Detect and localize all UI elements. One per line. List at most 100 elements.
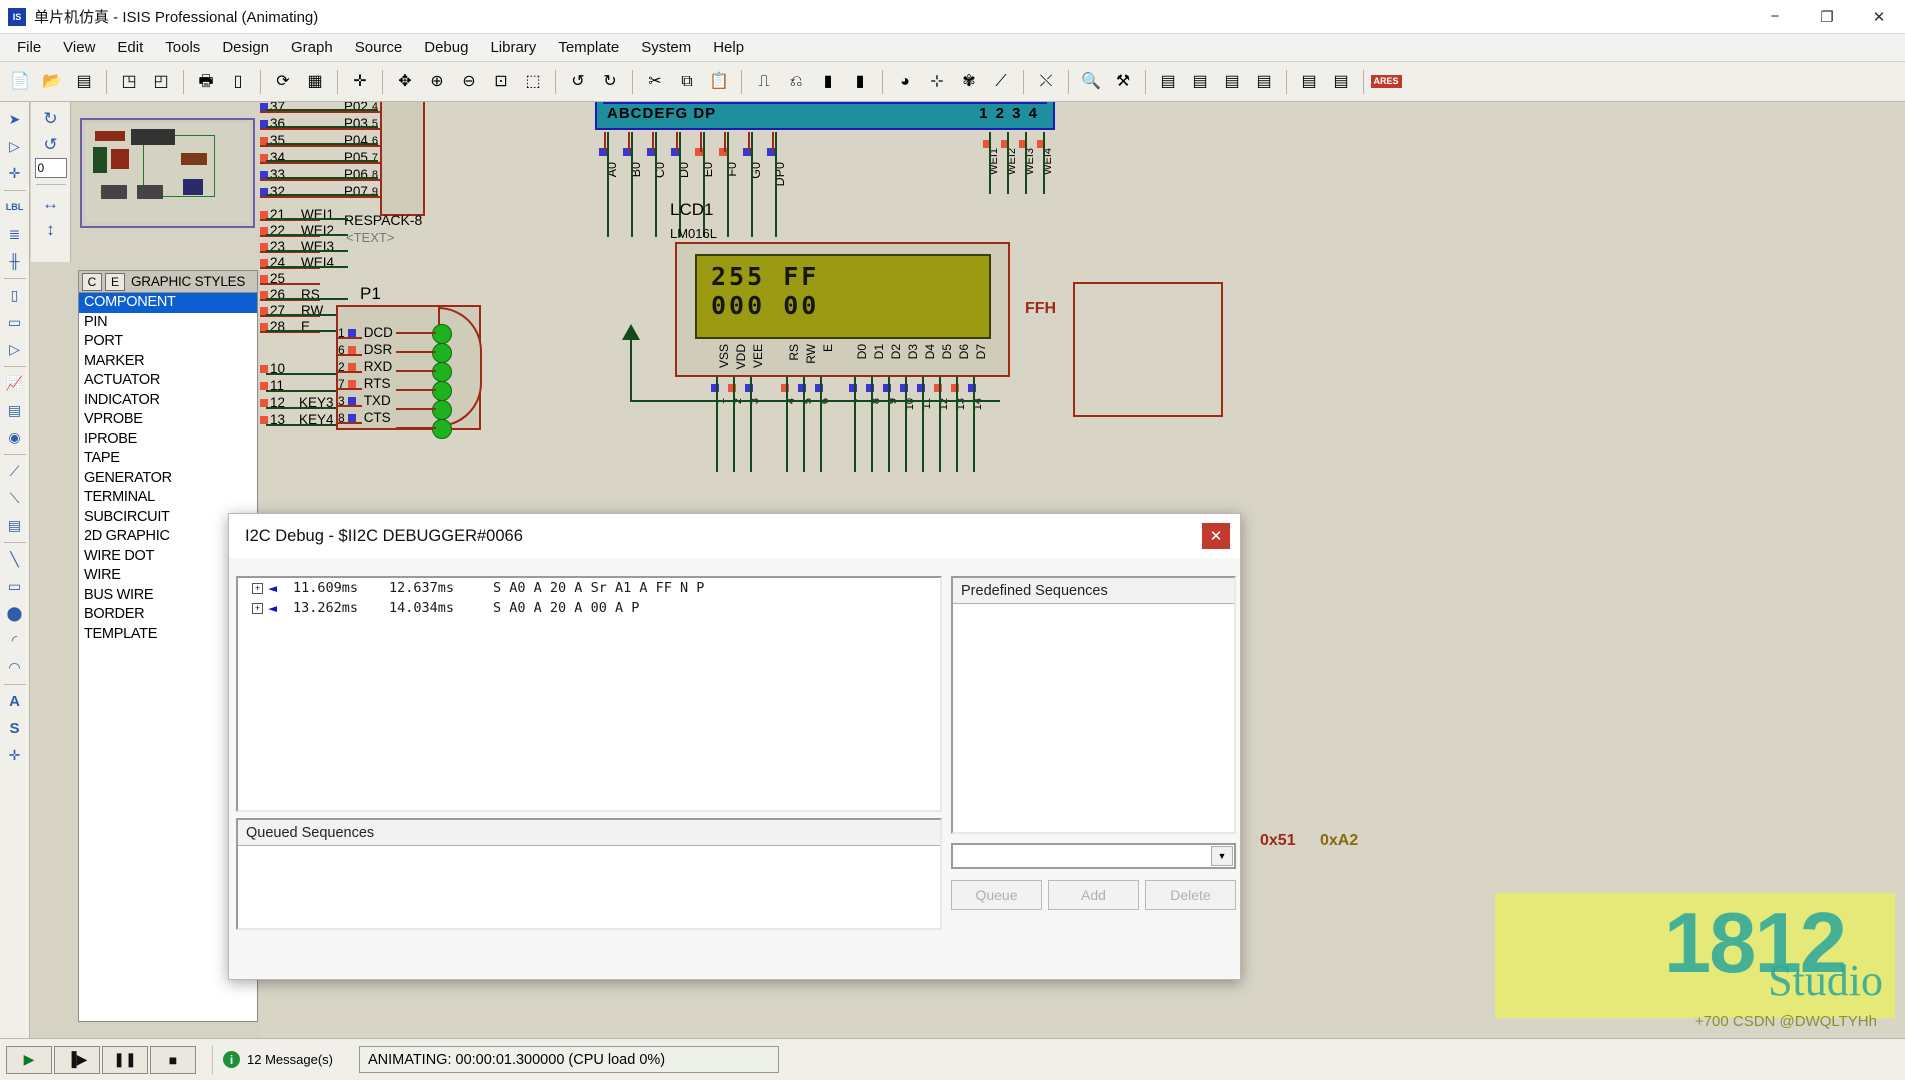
make-device-button[interactable]: ⊹ (922, 67, 952, 97)
i2c-log-row[interactable]: + ◄ 11.609ms 12.637ms S A0 A 20 A Sr A1 A FF… (238, 578, 940, 598)
menu-item-template[interactable]: Template (547, 35, 630, 60)
block-move-button[interactable]: ⎌ (781, 67, 811, 97)
selection-mode-tool[interactable]: ➤ (2, 106, 28, 132)
graph-mode-tool[interactable]: 📈 (2, 370, 28, 396)
virtual-instrument-tool[interactable]: ▤ (2, 512, 28, 538)
menu-item-view[interactable]: View (52, 35, 106, 60)
generator-mode-tool[interactable]: ◉ (2, 424, 28, 450)
close-button[interactable]: ✕ (1853, 0, 1905, 34)
i2c-debug-dialog[interactable]: I2C Debug - $II2C DEBUGGER#0066 ✕ + ◄ 11.6… (228, 513, 1241, 980)
pick-device-button[interactable]: ◕ (890, 67, 920, 97)
device-pins-tool[interactable]: ▷ (2, 336, 28, 362)
object-selector-item[interactable]: PORT (79, 332, 257, 352)
wire-label-tool[interactable]: LBL (2, 194, 28, 220)
stop-button[interactable]: ■ (150, 1045, 196, 1074)
menu-item-edit[interactable]: Edit (106, 35, 154, 60)
refresh-display-button[interactable]: ⟳ (268, 67, 298, 97)
rotate-anticlockwise-icon[interactable]: ↺ (36, 132, 66, 158)
print-design-button[interactable]: 🖶 (191, 67, 221, 97)
buses-tool[interactable]: ╫ (2, 248, 28, 274)
symbol-tool[interactable]: S (2, 715, 28, 741)
toggle-grid-button[interactable]: ▦ (300, 67, 330, 97)
block-rotate-button[interactable]: ▮ (813, 67, 843, 97)
object-selector-item[interactable]: PIN (79, 313, 257, 333)
object-selector-item[interactable]: COMPONENT (79, 293, 257, 313)
electrical-rule-check-button[interactable]: ▤ (1326, 67, 1356, 97)
block-delete-button[interactable]: ▮ (845, 67, 875, 97)
object-selector-e-button[interactable]: E (105, 272, 125, 291)
rotation-input[interactable] (34, 158, 67, 178)
menu-item-library[interactable]: Library (479, 35, 547, 60)
lcd-component[interactable]: 255 FF 000 00 VSS VDD VEE RS RW E D0 D1 D2 D3 D4 D5… (675, 242, 1010, 377)
expand-icon[interactable]: + (252, 602, 263, 614)
component-mode-tool[interactable]: ▷ (2, 133, 28, 159)
text-tool[interactable]: A (2, 688, 28, 714)
netlist-to-ares-button[interactable]: ARES (1370, 67, 1402, 97)
circle-tool[interactable]: ⬤ (2, 600, 28, 626)
object-selector-item[interactable]: IPROBE (79, 430, 257, 450)
object-selector-item[interactable]: MARKER (79, 352, 257, 372)
seven-segment-display[interactable]: ABCDEFG DP 1 2 3 4 (595, 102, 1055, 130)
zoom-area-button[interactable]: ⬚ (518, 67, 548, 97)
terminals-mode-tool[interactable]: ▭ (2, 309, 28, 335)
box-tool[interactable]: ▭ (2, 573, 28, 599)
design-explorer-button[interactable]: ▤ (1153, 67, 1183, 97)
pan-button[interactable]: ✥ (390, 67, 420, 97)
subcircuit-tool[interactable]: ▯ (2, 282, 28, 308)
message-count-area[interactable]: i 12 Message(s) (212, 1045, 343, 1074)
wire-autorouter-button[interactable]: ⤬ (1031, 67, 1061, 97)
export-section-button[interactable]: ◰ (146, 67, 176, 97)
object-selector-c-button[interactable]: C (82, 272, 102, 291)
open-design-button[interactable]: 📂 (37, 67, 67, 97)
path-tool[interactable]: ◠ (2, 654, 28, 680)
cut-button[interactable]: ✂ (640, 67, 670, 97)
zoom-in-button[interactable]: ⊕ (422, 67, 452, 97)
menu-item-help[interactable]: Help (702, 35, 755, 60)
expand-icon[interactable]: + (252, 582, 263, 594)
decompose-button[interactable]: ⟋ (986, 67, 1016, 97)
zoom-all-button[interactable]: ⊡ (486, 67, 516, 97)
menu-item-system[interactable]: System (630, 35, 702, 60)
menu-item-debug[interactable]: Debug (413, 35, 479, 60)
respack-body[interactable] (380, 102, 425, 216)
import-section-button[interactable]: ◳ (114, 67, 144, 97)
i2c-trace-log[interactable]: + ◄ 11.609ms 12.637ms S A0 A 20 A Sr A1 A FF… (236, 576, 942, 812)
block-copy-button[interactable]: ⎍ (749, 67, 779, 97)
minimize-button[interactable]: − (1749, 0, 1801, 34)
menu-item-design[interactable]: Design (211, 35, 280, 60)
save-design-button[interactable]: ▤ (69, 67, 99, 97)
object-selector-item[interactable]: TAPE (79, 449, 257, 469)
text-script-tool[interactable]: ≣ (2, 221, 28, 247)
rotate-clockwise-icon[interactable]: ↻ (36, 106, 66, 132)
menu-item-source[interactable]: Source (344, 35, 414, 60)
packaging-tool-button[interactable]: ✾ (954, 67, 984, 97)
menu-item-graph[interactable]: Graph (280, 35, 344, 60)
zoom-out-button[interactable]: ⊖ (454, 67, 484, 97)
pause-button[interactable]: ❚❚ (102, 1045, 148, 1074)
right-component-outline[interactable] (1073, 282, 1223, 417)
search-tag-button[interactable]: 🔍 (1076, 67, 1106, 97)
paste-button[interactable]: 📋 (704, 67, 734, 97)
i2c-log-row[interactable]: + ◄ 13.262ms 14.034ms S A0 A 20 A 00 A P (238, 598, 940, 618)
arc-tool[interactable]: ◜ (2, 627, 28, 653)
copy-button[interactable]: ⧉ (672, 67, 702, 97)
undo-button[interactable]: ↺ (563, 67, 593, 97)
current-probe-tool[interactable]: ⟍ (2, 485, 28, 511)
predefined-sequences-pane[interactable]: Predefined Sequences (951, 576, 1236, 834)
chevron-down-icon[interactable]: ▼ (1211, 846, 1233, 866)
exit-sheet-button[interactable]: ▤ (1249, 67, 1279, 97)
object-selector-item[interactable]: ACTUATOR (79, 371, 257, 391)
sequence-combobox[interactable]: ▼ (951, 843, 1236, 869)
print-area-button[interactable]: ▯ (223, 67, 253, 97)
object-selector-item[interactable]: INDICATOR (79, 391, 257, 411)
overview-preview-pane[interactable] (80, 118, 255, 228)
line-tool[interactable]: ╲ (2, 546, 28, 572)
object-selector-item[interactable]: TERMINAL (79, 488, 257, 508)
object-selector-item[interactable]: VPROBE (79, 410, 257, 430)
redo-button[interactable]: ↻ (595, 67, 625, 97)
tape-recorder-tool[interactable]: ▤ (2, 397, 28, 423)
mirror-horizontal-icon[interactable]: ↔ (36, 191, 66, 217)
property-assignment-button[interactable]: ⚒ (1108, 67, 1138, 97)
mirror-vertical-icon[interactable]: ↕ (36, 217, 66, 243)
voltage-probe-tool[interactable]: ⟋ (2, 458, 28, 484)
